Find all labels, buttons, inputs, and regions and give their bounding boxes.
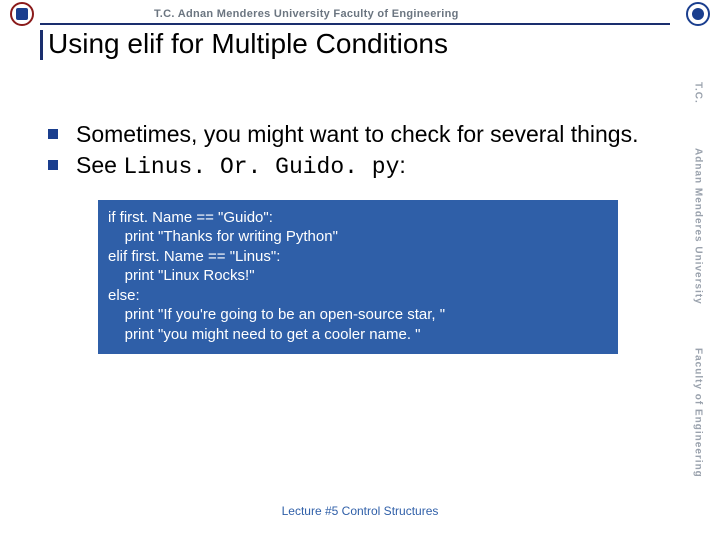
code-line: print "If you're going to be an open-sou…: [108, 305, 608, 325]
code-line: else:: [108, 286, 608, 306]
bullet-icon: [48, 129, 58, 139]
code-line: print "Thanks for writing Python": [108, 227, 608, 247]
side-watermark: T.C. Adnan Menderes University Faculty o…: [682, 60, 714, 500]
bullet-icon: [48, 160, 58, 170]
slide-body: Sometimes, you might want to check for s…: [48, 120, 650, 354]
side-text-b: Adnan Menderes University: [693, 148, 704, 305]
title-accent-bar: [40, 30, 43, 60]
code-line: print "Linux Rocks!": [108, 266, 608, 286]
header-text: T.C. Adnan Menderes University Faculty o…: [154, 8, 459, 20]
bullet-text: See Linus. Or. Guido. py:: [76, 151, 406, 182]
side-text-c: Faculty of Engineering: [693, 348, 704, 478]
side-text-a: T.C.: [693, 82, 704, 104]
code-line: elif first. Name == "Linus":: [108, 247, 608, 267]
code-block: if first. Name == "Guido": print "Thanks…: [98, 200, 618, 355]
bullet-item: Sometimes, you might want to check for s…: [48, 120, 650, 149]
inline-code: Linus. Or. Guido. py: [123, 154, 399, 180]
slide-title: Using elif for Multiple Conditions: [48, 28, 448, 60]
university-logo-right-icon: [686, 2, 710, 26]
title-divider: [40, 23, 670, 25]
bullet-item: See Linus. Or. Guido. py:: [48, 151, 650, 182]
bullet-prefix: See: [76, 152, 123, 178]
bullet-text: Sometimes, you might want to check for s…: [76, 120, 638, 149]
university-logo-left-icon: [10, 2, 34, 26]
bullet-suffix: :: [399, 152, 405, 178]
code-line: if first. Name == "Guido":: [108, 208, 608, 228]
code-line: print "you might need to get a cooler na…: [108, 325, 608, 345]
slide-footer: Lecture #5 Control Structures: [0, 504, 720, 518]
